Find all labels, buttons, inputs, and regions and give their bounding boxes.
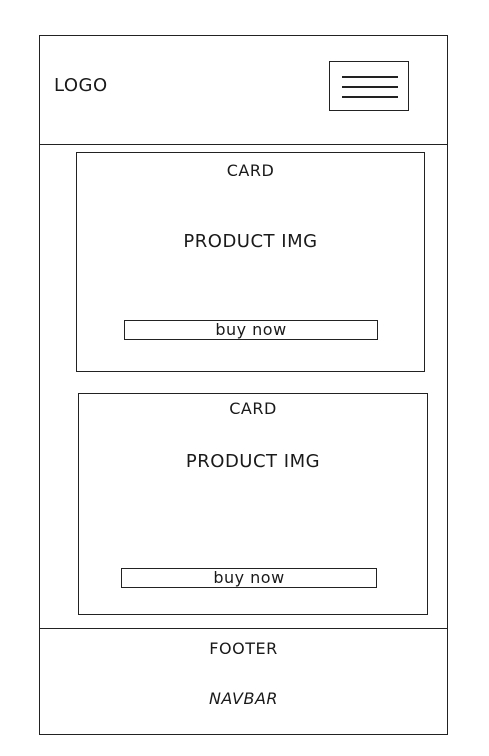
product-card: CARD PRODUCT IMG buy now [78,393,428,615]
menu-line [342,76,398,78]
card-title: CARD [226,161,275,180]
product-card: CARD PRODUCT IMG buy now [76,152,425,372]
menu-line [342,86,398,88]
product-image-placeholder: PRODUCT IMG [185,451,321,472]
menu-line [342,96,398,98]
navbar[interactable]: NAVBAR [39,689,448,708]
header: LOGO [39,35,448,145]
product-image-placeholder: PRODUCT IMG [183,231,318,252]
footer-label: FOOTER [209,639,278,658]
buy-now-button[interactable]: buy now [121,568,377,588]
hamburger-menu-icon[interactable] [329,61,409,111]
buy-now-button[interactable]: buy now [124,320,378,340]
card-title: CARD [229,399,277,418]
footer: FOOTER NAVBAR [39,628,448,735]
logo[interactable]: LOGO [54,75,108,96]
